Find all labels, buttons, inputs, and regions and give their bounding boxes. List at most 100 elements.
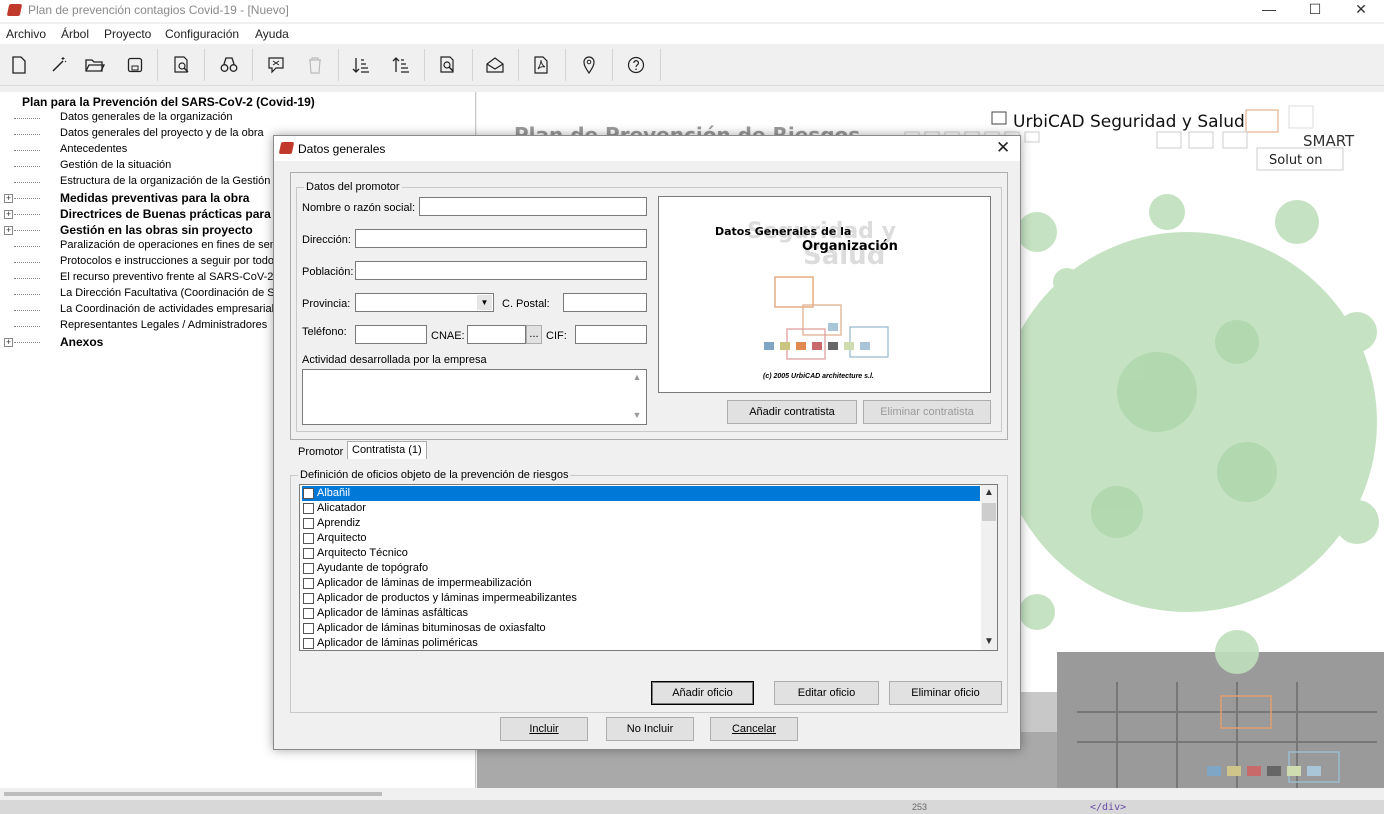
tree-item[interactable]: Medidas preventivas para la obra <box>60 191 249 205</box>
trade-checkbox[interactable] <box>303 518 314 529</box>
nombre-field[interactable] <box>419 197 647 216</box>
actividad-textarea[interactable] <box>302 369 647 425</box>
trade-row[interactable]: Arquitecto Técnico <box>302 546 982 561</box>
direccion-field[interactable] <box>355 229 647 248</box>
dialog-close-icon[interactable]: ✕ <box>996 138 1010 158</box>
tree-item[interactable]: Antecedentes <box>60 143 127 155</box>
trade-row[interactable]: Arquitecto <box>302 531 982 546</box>
trade-row[interactable]: Aplicador de láminas asfálticas <box>302 606 982 621</box>
add-trade-button[interactable]: Añadir oficio <box>651 681 754 705</box>
comment-icon[interactable] <box>261 50 291 80</box>
trade-row[interactable]: Albañil <box>302 486 980 501</box>
trade-row[interactable]: Aprendiz <box>302 516 982 531</box>
maximize-button[interactable]: ☐ <box>1292 0 1338 22</box>
trade-row[interactable]: Ayudante de topógrafo <box>302 561 982 576</box>
menu-configuracion[interactable]: Configuración <box>165 27 239 41</box>
map-pin-icon[interactable] <box>574 50 604 80</box>
trade-row[interactable]: Aplicador de láminas poliméricas <box>302 636 982 650</box>
tree-item[interactable]: Datos generales del proyecto y de la obr… <box>60 127 264 139</box>
tree-root[interactable]: Plan para la Prevención del SARS-CoV-2 (… <box>22 95 315 109</box>
minimize-button[interactable]: — <box>1246 0 1292 22</box>
menu-proyecto[interactable]: Proyecto <box>104 27 151 41</box>
cancel-button[interactable]: Cancelar <box>710 717 798 741</box>
remove-contractor-button[interactable]: Eliminar contratista <box>863 400 991 424</box>
trade-row[interactable]: Alicatador <box>302 501 982 516</box>
provincia-select[interactable] <box>355 293 494 312</box>
cif-field[interactable] <box>575 325 647 344</box>
expand-icon[interactable]: + <box>4 226 13 235</box>
chevron-down-icon[interactable]: ▼ <box>477 295 492 310</box>
dialog-title-bar: Datos generales ✕ <box>274 136 1020 161</box>
trade-row[interactable]: Aplicador de productos y láminas imperme… <box>302 591 982 606</box>
tree-item[interactable]: Protocolos e instrucciones a seguir por … <box>60 255 283 267</box>
sort-ascending-icon[interactable] <box>386 50 416 80</box>
tree-item[interactable]: El recurso preventivo frente al SARS-CoV… <box>60 271 280 283</box>
trade-row[interactable]: Aplicador de láminas de impermeabilizaci… <box>302 576 982 591</box>
close-window-button[interactable]: ✕ <box>1338 0 1384 22</box>
trade-checkbox[interactable] <box>303 578 314 589</box>
menu-archivo[interactable]: Archivo <box>6 27 46 41</box>
tree-item[interactable]: Paralización de operaciones en fines de … <box>60 239 285 251</box>
tab-contratista[interactable]: Contratista (1) <box>347 441 427 459</box>
tree-item[interactable]: Directrices de Buenas prácticas para <box>60 207 271 221</box>
trade-checkbox[interactable] <box>303 503 314 514</box>
textarea-scroll-up-icon[interactable]: ▲ <box>630 372 644 382</box>
trade-row[interactable]: Aplicador de láminas bituminosas de oxia… <box>302 621 982 636</box>
binoculars-icon[interactable] <box>214 50 244 80</box>
trash-icon[interactable] <box>300 50 330 80</box>
trade-checkbox[interactable] <box>303 593 314 604</box>
tree-item[interactable]: La Coordinación de actividades empresari… <box>60 303 286 315</box>
add-contractor-button[interactable]: Añadir contratista <box>727 400 857 424</box>
tree-item[interactable]: Representantes Legales / Administradores <box>60 319 267 331</box>
tree-item[interactable]: Gestión en las obras sin proyecto <box>60 223 253 237</box>
envelope-icon[interactable] <box>480 50 510 80</box>
cnae-browse-button[interactable]: ... <box>526 325 542 344</box>
trade-checkbox[interactable] <box>303 488 314 499</box>
tree-connector <box>14 166 40 167</box>
trade-checkbox[interactable] <box>303 608 314 619</box>
trade-checkbox[interactable] <box>303 563 314 574</box>
preview-icon[interactable] <box>167 50 197 80</box>
trade-checkbox[interactable] <box>303 548 314 559</box>
tree-item[interactable]: Estructura de la organización de la Gest… <box>60 175 286 187</box>
expand-icon[interactable]: + <box>4 338 13 347</box>
tree-item[interactable]: Anexos <box>60 335 103 349</box>
scroll-up-icon[interactable]: ▲ <box>981 485 997 501</box>
textarea-scroll-down-icon[interactable]: ▼ <box>630 410 644 420</box>
include-button[interactable]: Incluir <box>500 717 588 741</box>
trade-checkbox[interactable] <box>303 533 314 544</box>
save-icon[interactable] <box>120 50 150 80</box>
telefono-field[interactable] <box>355 325 427 344</box>
expand-icon[interactable]: + <box>4 194 13 203</box>
tree-item[interactable]: Gestión de la situación <box>60 159 171 171</box>
magic-wand-icon[interactable] <box>44 50 74 80</box>
trade-checkbox[interactable] <box>303 623 314 634</box>
trade-label: Aplicador de láminas asfálticas <box>317 607 469 619</box>
remove-trade-button[interactable]: Eliminar oficio <box>889 681 1002 705</box>
tree-item[interactable]: La Dirección Facultativa (Coordinación d… <box>60 287 281 299</box>
expand-icon[interactable]: + <box>4 210 13 219</box>
scroll-thumb[interactable] <box>982 503 996 521</box>
help-icon[interactable] <box>621 50 651 80</box>
search-document-icon[interactable] <box>433 50 463 80</box>
scroll-down-icon[interactable]: ▼ <box>981 634 997 650</box>
nombre-label: Nombre o razón social: <box>302 202 416 214</box>
tab-promotor[interactable]: Promotor <box>294 444 348 462</box>
new-document-icon[interactable] <box>4 50 34 80</box>
sort-descending-icon[interactable] <box>346 50 376 80</box>
cpostal-field[interactable] <box>563 293 647 312</box>
exclude-button[interactable]: No Incluir <box>606 717 694 741</box>
menu-ayuda[interactable]: Ayuda <box>255 27 289 41</box>
menu-arbol[interactable]: Árbol <box>61 27 89 41</box>
art-smart: SMART <box>1303 132 1355 150</box>
trade-checkbox[interactable] <box>303 638 314 649</box>
tree-horizontal-scrollbar[interactable] <box>0 788 476 800</box>
poblacion-field[interactable] <box>355 261 647 280</box>
open-folder-icon[interactable] <box>80 50 110 80</box>
cnae-field[interactable] <box>467 325 526 344</box>
edit-trade-button[interactable]: Editar oficio <box>774 681 879 705</box>
tree-item[interactable]: Datos generales de la organización <box>60 111 232 123</box>
pdf-icon[interactable] <box>526 50 556 80</box>
trades-list-scrollbar[interactable]: ▲ ▼ <box>981 485 997 650</box>
trades-list[interactable]: Albañil Alicatador Aprendiz Arquitecto Arqui… <box>299 484 998 651</box>
